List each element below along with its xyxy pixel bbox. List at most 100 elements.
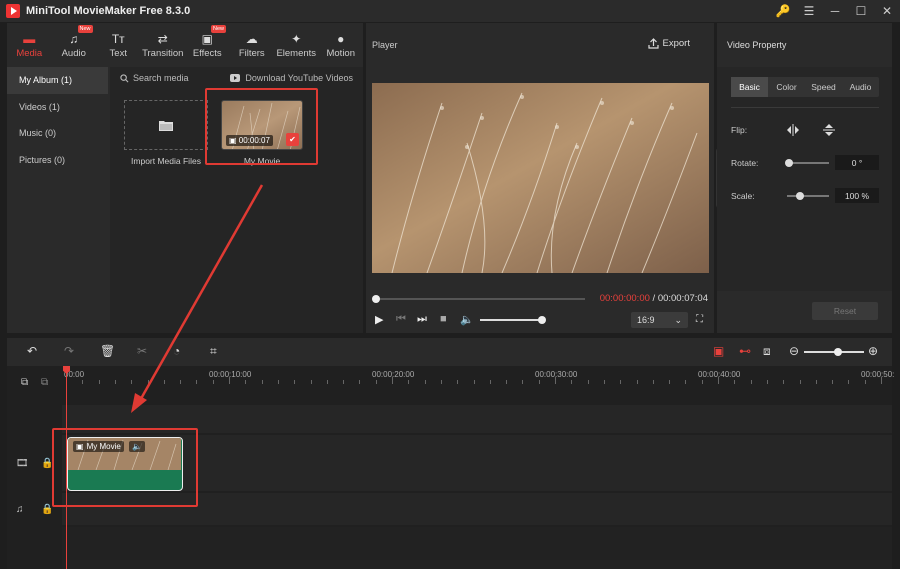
video-frame-image <box>372 83 709 273</box>
download-youtube-button[interactable]: Download YouTube Videos <box>230 73 353 83</box>
highlight-box <box>205 88 318 165</box>
property-panel: Video Property Basic Color Speed Audio F… <box>717 23 892 333</box>
scale-knob[interactable] <box>796 192 804 200</box>
fullscreen-icon[interactable]: ⛶ <box>696 314 703 325</box>
redo-icon[interactable]: ↷ <box>64 344 74 358</box>
tab-basic[interactable]: Basic <box>731 77 768 97</box>
ruler-tick <box>277 380 279 384</box>
tab-media[interactable]: ▬ Media <box>7 23 52 65</box>
ruler-label: 00:00:10:00 <box>209 370 252 379</box>
tab-audio[interactable]: Audio <box>842 77 879 97</box>
volume-slider[interactable] <box>480 316 546 324</box>
divider <box>731 107 879 108</box>
snap-icon[interactable]: ⧈ <box>763 344 771 359</box>
play-icon[interactable]: ▶ <box>375 313 383 326</box>
ruler-label: 00:00:30:00 <box>535 370 578 379</box>
flip-horizontal-icon[interactable] <box>786 124 800 136</box>
key-icon[interactable]: 🔑 <box>770 0 796 22</box>
previous-frame-icon[interactable]: ⏮ <box>396 313 406 326</box>
scale-slider[interactable] <box>787 192 829 200</box>
album-item-videos[interactable]: Videos (1) <box>7 94 108 121</box>
ruler-tick <box>848 380 850 384</box>
ruler-tick <box>163 380 165 384</box>
reset-button[interactable]: Reset <box>812 302 878 320</box>
volume-icon[interactable]: 🔈 <box>460 313 474 326</box>
tab-motion[interactable]: ● Motion <box>319 23 364 65</box>
maximize-button[interactable]: ☐ <box>848 0 874 22</box>
search-media-label: Search media <box>133 73 189 83</box>
speed-icon[interactable]: ◔ <box>173 344 180 358</box>
youtube-icon <box>230 74 241 82</box>
tab-filters[interactable]: ☁ Filters <box>230 23 275 65</box>
tab-color[interactable]: Color <box>768 77 805 97</box>
ruler-tick <box>555 377 556 384</box>
album-item-pictures[interactable]: Pictures (0) <box>7 147 108 174</box>
ruler-tick <box>196 380 198 384</box>
tab-audio[interactable]: New ♫ Audio <box>52 23 97 65</box>
delete-icon[interactable]: 🗑 <box>100 344 115 358</box>
aspect-ratio-select[interactable]: 16:9 ⌄ <box>631 312 688 328</box>
next-frame-icon[interactable]: ⏭ <box>417 313 427 326</box>
ruler-tick <box>229 377 230 384</box>
close-button[interactable]: ✕ <box>874 0 900 22</box>
album-list: My Album (1) Videos (1) Music (0) Pictur… <box>7 67 108 333</box>
zoom-knob[interactable] <box>834 348 842 356</box>
timeline-ruler[interactable]: 00:00 00:00:10:00 00:00:20:00 00:00:30:0… <box>62 366 894 384</box>
import-media-button[interactable] <box>124 100 208 150</box>
scale-value[interactable]: 100 % <box>835 188 879 203</box>
tab-transition[interactable]: ⇄ Transition <box>141 23 186 65</box>
folder-icon: ▬ <box>23 32 36 46</box>
tab-effects[interactable]: New ▣ Effects <box>185 23 230 65</box>
ruler-tick <box>375 380 377 384</box>
flip-vertical-icon[interactable] <box>823 123 835 137</box>
playback-progress[interactable] <box>372 295 585 303</box>
effects-icon: ▣ <box>201 32 213 46</box>
ruler-tick <box>587 380 589 384</box>
split-track-icon[interactable]: ▣ <box>713 344 724 358</box>
chevron-down-icon: ⌄ <box>674 314 682 325</box>
tab-text[interactable]: Tт Text <box>96 23 141 65</box>
tab-label: Transition <box>142 48 184 59</box>
tab-speed[interactable]: Speed <box>805 77 842 97</box>
tab-label: Elements <box>276 48 317 59</box>
ruler-tick <box>799 380 801 384</box>
time-separator: / <box>649 293 658 304</box>
ruler-tick <box>603 380 605 384</box>
link-icon[interactable]: ⊷ <box>739 344 751 358</box>
ruler-tick <box>571 380 573 384</box>
ruler-tick <box>114 380 116 384</box>
undo-icon[interactable]: ↶ <box>27 344 37 358</box>
ruler-tick <box>147 380 149 384</box>
stop-icon[interactable]: ■ <box>440 313 447 325</box>
album-item-my-album[interactable]: My Album (1) <box>7 67 108 94</box>
ruler-label: 00:00:40:00 <box>698 370 741 379</box>
ruler-tick <box>82 380 84 384</box>
minimize-button[interactable]: ─ <box>822 0 848 22</box>
add-track-icon[interactable]: ⧉ <box>21 377 28 388</box>
ruler-tick <box>881 377 882 384</box>
export-button[interactable]: Export <box>647 38 690 49</box>
rotate-value[interactable]: 0 ° <box>835 155 879 170</box>
progress-knob[interactable] <box>372 295 380 303</box>
ruler-tick <box>489 380 491 384</box>
app-logo-icon <box>6 4 20 18</box>
album-item-music[interactable]: Music (0) <box>7 120 108 147</box>
ruler-tick <box>620 380 622 384</box>
crop-icon[interactable]: ⌗ <box>210 344 217 359</box>
rotate-slider[interactable] <box>785 159 829 167</box>
split-icon[interactable]: ✂ <box>137 344 147 358</box>
rotate-knob[interactable] <box>785 159 793 167</box>
download-youtube-label: Download YouTube Videos <box>245 73 353 83</box>
menu-icon[interactable]: ☰ <box>796 0 822 22</box>
zoom-out-icon[interactable]: ⊖ <box>789 344 799 358</box>
filters-icon: ☁ <box>245 32 258 46</box>
zoom-slider[interactable] <box>804 348 864 356</box>
search-icon <box>120 73 129 82</box>
scale-label: Scale: <box>731 191 755 201</box>
volume-knob[interactable] <box>538 316 546 324</box>
ruler-tick <box>261 380 263 384</box>
zoom-in-icon[interactable]: ⊕ <box>868 344 878 358</box>
copy-track-icon[interactable]: ⧉ <box>41 377 48 388</box>
search-media-button[interactable]: Search media <box>120 73 189 83</box>
tab-elements[interactable]: ✦ Elements <box>274 23 319 65</box>
